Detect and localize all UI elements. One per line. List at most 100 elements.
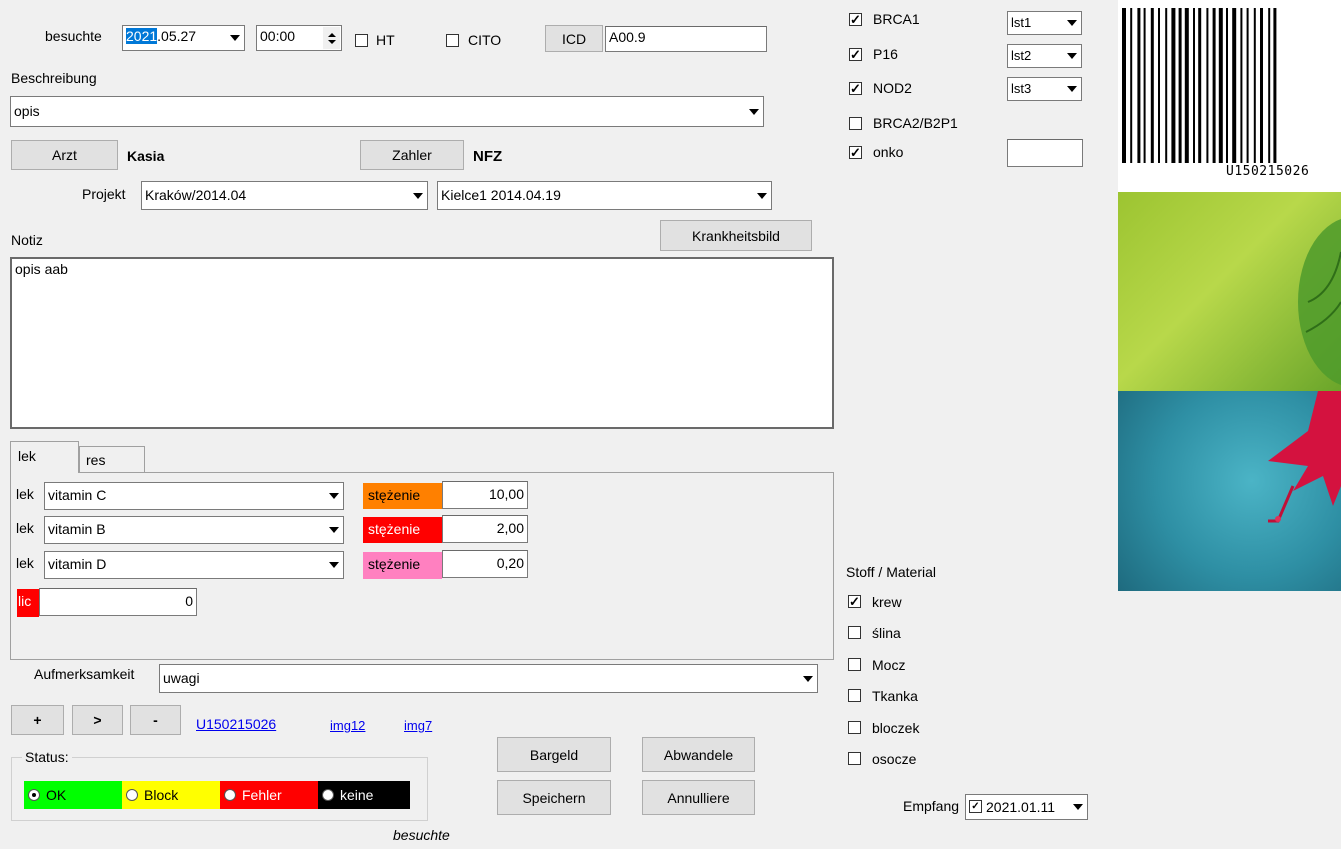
chevron-down-icon[interactable] [799, 666, 816, 691]
material-checkbox-bloczek[interactable] [848, 721, 861, 734]
note-textarea[interactable]: opis aab [10, 257, 834, 429]
payer-button[interactable]: Zahler [360, 140, 464, 170]
chevron-down-icon[interactable] [325, 484, 342, 508]
visit-time-value: 00:00 [260, 28, 296, 44]
barcode-bar [1246, 8, 1249, 163]
concentration-field-2[interactable]: 2,00 [442, 515, 528, 543]
visit-date-picker[interactable]: 2021.05.27 [122, 25, 245, 51]
cancel-button[interactable]: Annulliere [642, 780, 755, 815]
visit-label: besuchte [45, 28, 102, 44]
drug-combo-2[interactable]: vitamin B [44, 516, 344, 544]
gene-checkbox-p16[interactable]: ✓ [849, 48, 862, 61]
chevron-down-icon[interactable] [325, 518, 342, 542]
krankheitsbild-button[interactable]: Krankheitsbild [660, 220, 812, 251]
chevron-down-icon[interactable] [226, 27, 243, 49]
barcode-bar [1178, 8, 1182, 163]
radio-icon[interactable] [126, 789, 138, 801]
description-combo[interactable]: opis [10, 96, 764, 127]
barcode-link[interactable]: U150215026 [196, 716, 276, 732]
doctor-value: Kasia [127, 148, 165, 164]
concentration-label-1: stężenie [363, 483, 442, 509]
material-item-label: ślina [872, 625, 901, 641]
barcode-bar [1150, 8, 1154, 163]
icd-field[interactable]: A00.9 [605, 26, 767, 52]
chevron-down-icon[interactable] [745, 98, 762, 125]
material-checkbox-slina[interactable] [848, 626, 861, 639]
tab-res[interactable]: res [79, 446, 145, 472]
chevron-down-icon[interactable] [1063, 79, 1080, 99]
reception-checkbox[interactable]: ✓ [969, 800, 982, 813]
chevron-down-icon[interactable] [1063, 46, 1080, 66]
material-item-label: bloczek [872, 720, 920, 736]
note-label: Notiz [11, 232, 43, 248]
project-value: Kraków/2014.04 [145, 187, 247, 203]
add-button[interactable]: + [11, 705, 64, 735]
icd-button[interactable]: ICD [545, 25, 603, 52]
lic-label: lic [17, 589, 39, 617]
barcode-bar [1171, 8, 1176, 163]
status-option-ok[interactable]: OK [24, 781, 122, 809]
radio-icon[interactable] [224, 789, 236, 801]
cito-checkbox[interactable] [446, 34, 459, 47]
next-button[interactable]: > [72, 705, 123, 735]
concentration-field-3[interactable]: 0,20 [442, 550, 528, 578]
drug-combo-3[interactable]: vitamin D [44, 551, 344, 579]
payer-value: NFZ [473, 148, 503, 165]
project-sub-combo[interactable]: Kielce1 2014.04.19 [437, 181, 772, 210]
ht-checkbox[interactable] [355, 34, 368, 47]
gene-checkbox-brca2[interactable] [849, 117, 862, 130]
radio-icon[interactable] [28, 789, 40, 801]
visit-time-spinner[interactable]: 00:00 [256, 25, 342, 51]
doctor-button[interactable]: Arzt [11, 140, 118, 170]
tab-lek[interactable]: lek [10, 441, 79, 473]
concentration-field-1[interactable]: 10,00 [442, 481, 528, 509]
project-sub-value: Kielce1 2014.04.19 [441, 187, 561, 203]
concentration-label-2: stężenie [363, 517, 442, 543]
chevron-down-icon[interactable] [1069, 796, 1086, 818]
chevron-down-icon[interactable] [325, 553, 342, 577]
barcode-bar [1158, 8, 1160, 163]
chevron-down-icon[interactable] [1063, 13, 1080, 33]
reception-date: 2021.01.11 [986, 799, 1056, 815]
status-option-fehler[interactable]: Fehler [220, 781, 318, 809]
status-option-block[interactable]: Block [122, 781, 220, 809]
chevron-down-icon[interactable] [409, 183, 426, 208]
onko-field[interactable] [1007, 139, 1083, 167]
attention-combo[interactable]: uwagi [159, 664, 818, 693]
radio-icon[interactable] [322, 789, 334, 801]
material-checkbox-tkanka[interactable] [848, 689, 861, 702]
save-button[interactable]: Speichern [497, 780, 611, 815]
gene-list-p16[interactable]: lst2 [1007, 44, 1082, 68]
gene-checkbox-brca1[interactable]: ✓ [849, 13, 862, 26]
barcode-bar [1253, 8, 1256, 163]
modify-button[interactable]: Abwandele [642, 737, 755, 772]
gene-label-onko: onko [873, 144, 904, 160]
reception-date-picker[interactable]: ✓ 2021.01.11 [965, 794, 1088, 820]
status-option-keine[interactable]: keine [318, 781, 410, 809]
attention-value: uwagi [163, 670, 200, 686]
project-combo[interactable]: Kraków/2014.04 [141, 181, 428, 210]
drug-row-label: lek [16, 555, 34, 571]
remove-button[interactable]: - [130, 705, 181, 735]
gene-checkbox-nod2[interactable]: ✓ [849, 82, 862, 95]
image-link-1[interactable]: img12 [330, 718, 365, 733]
gene-checkbox-onko[interactable]: ✓ [849, 146, 862, 159]
drug-combo-1[interactable]: vitamin C [44, 482, 344, 510]
concentration-label-3: stężenie [363, 552, 442, 579]
spinner-arrows-icon[interactable] [323, 27, 340, 49]
chevron-down-icon[interactable] [753, 183, 770, 208]
barcode-bar [1268, 8, 1271, 163]
gene-list-nod2[interactable]: lst3 [1007, 77, 1082, 101]
drug-value-1: vitamin C [48, 487, 107, 503]
lic-field[interactable]: 0 [39, 588, 197, 616]
material-checkbox-osocze[interactable] [848, 752, 861, 765]
material-item-label: krew [872, 594, 902, 610]
barcode-bar [1130, 8, 1133, 163]
material-checkbox-krew[interactable]: ✓ [848, 595, 861, 608]
gene-list-brca1[interactable]: lst1 [1007, 11, 1082, 35]
material-checkbox-mocz[interactable] [848, 658, 861, 671]
cash-button[interactable]: Bargeld [497, 737, 611, 772]
image-link-2[interactable]: img7 [404, 718, 432, 733]
gene-label-p16: P16 [873, 46, 898, 62]
barcode-text: U150215026 [1226, 164, 1310, 179]
